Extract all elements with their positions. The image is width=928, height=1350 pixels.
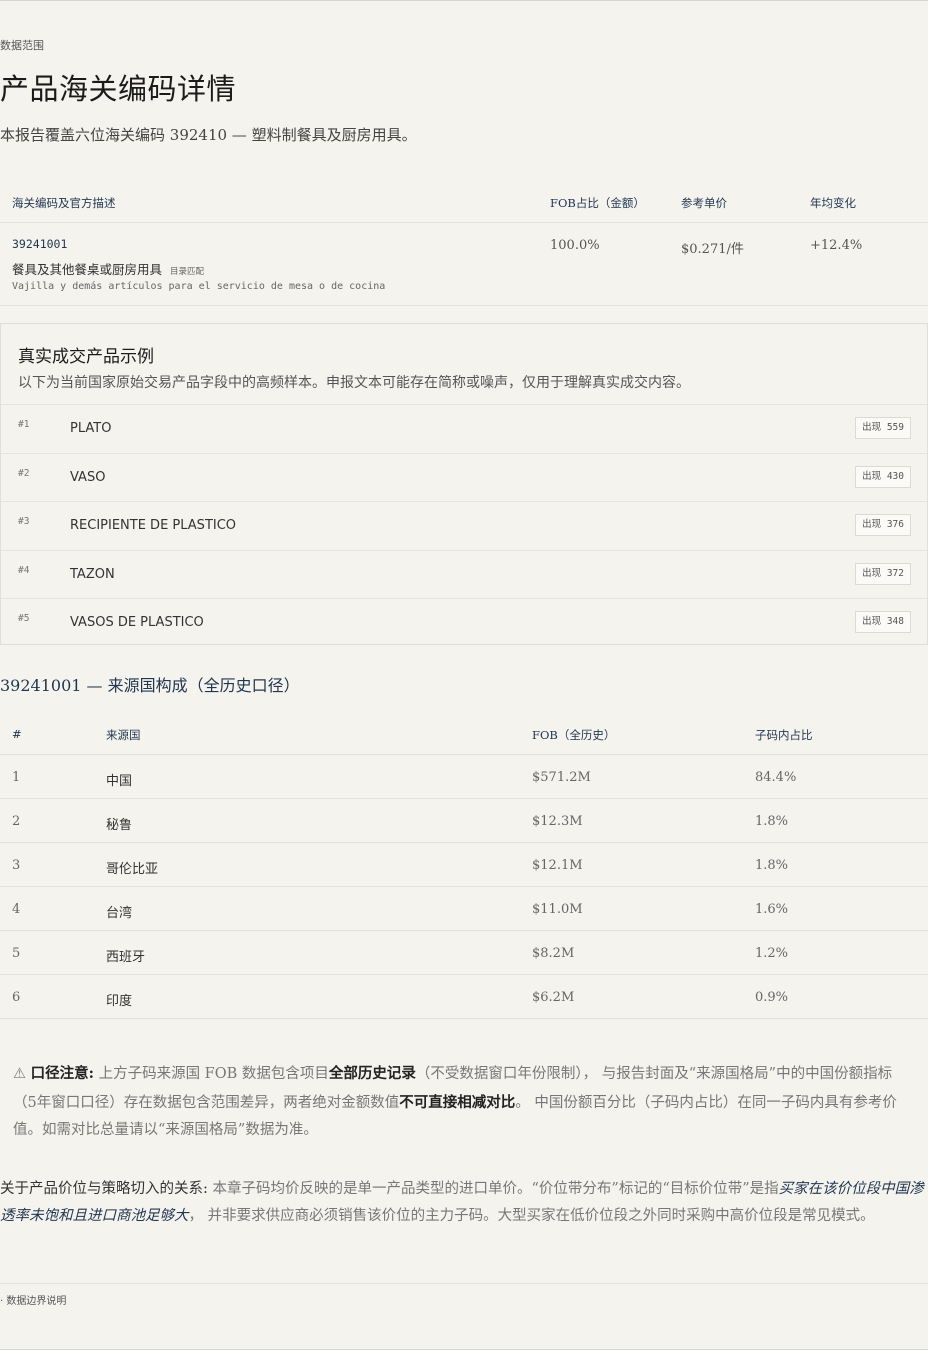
list-item: #1 PLATO 出现 559 [1, 404, 927, 453]
example-rank: #5 [18, 613, 30, 625]
origin-table: # 来源国 FOB（全历史） 子码内占比 1 中国 $571.2M 84.4% … [0, 714, 928, 1019]
row-share: 0.9% [755, 990, 789, 1005]
row-fob: $6.2M [532, 990, 575, 1005]
origin-table-header: # 来源国 FOB（全历史） 子码内占比 [0, 714, 928, 755]
table-row: 2 秘鲁 $12.3M 1.8% [0, 799, 928, 843]
catalog-match-badge: 目录匹配 [170, 267, 205, 277]
table-row: 4 台湾 $11.0M 1.6% [0, 887, 928, 931]
note-emphasis: 全部历史记录 [328, 1065, 416, 1082]
table-row: 3 哥伦比亚 $12.1M 1.8% [0, 843, 928, 887]
row-share: 1.2% [755, 946, 789, 961]
card-title: 真实成交产品示例 [18, 347, 154, 367]
example-name: VASOS DE PLASTICO [70, 615, 204, 631]
row-index: 6 [12, 990, 21, 1005]
strategy-text: 本章子码均价反映的是单一产品类型的进口单价。“价位带分布”标记的“目标价位带”是… [207, 1181, 779, 1197]
row-share: 84.4% [755, 770, 797, 785]
example-name: RECIPIENTE DE PLASTICO [70, 518, 237, 534]
row-index: 2 [12, 814, 21, 829]
row-share: 1.8% [755, 858, 789, 873]
col-header-fob: FOB（全历史） [532, 728, 616, 742]
row-country: 印度 [106, 994, 133, 1009]
row-fob: $11.0M [532, 902, 583, 917]
strategy-text: ， 并非要求供应商必须销售该价位的主力子码。大型买家在低价位段之外同时采购中高价… [188, 1208, 875, 1224]
row-country: 中国 [106, 774, 133, 789]
col-header-growth: 年均变化 [810, 196, 856, 210]
col-header-price: 参考单价 [681, 196, 727, 210]
row-fob: $8.2M [532, 946, 575, 961]
strategy-paragraph: 关于产品价位与策略切入的关系: 本章子码均价反映的是单一产品类型的进口单价。“价… [0, 1176, 928, 1230]
occurrence-badge: 出现 348 [855, 611, 911, 634]
col-header-index: # [12, 727, 22, 741]
product-examples-card: 真实成交产品示例 以下为当前国家原始交易产品字段中的高频样本。申报文本可能存在简… [0, 323, 928, 645]
list-item: #4 TAZON 出现 372 [1, 549, 927, 599]
list-item: #3 RECIPIENTE DE PLASTICO 出现 376 [1, 501, 927, 550]
row-index: 1 [12, 770, 21, 785]
row-fob: $12.3M [532, 814, 583, 829]
hs-code: 39241001 [12, 237, 68, 251]
occurrence-badge: 出现 372 [855, 562, 911, 585]
hs-table-header: 海关编码及官方描述 FOB占比（金额） 参考单价 年均变化 [0, 184, 928, 223]
row-share: 1.6% [755, 902, 789, 917]
strategy-label: 关于产品价位与策略切入的关系: [0, 1181, 208, 1197]
occurrence-badge: 出现 559 [855, 417, 911, 439]
row-fob: $12.1M [532, 858, 583, 873]
annual-growth: +12.4% [810, 238, 863, 253]
row-share: 1.8% [755, 814, 789, 829]
list-item: #2 VASO 出现 430 [1, 452, 927, 502]
top-divider [0, 0, 928, 1]
row-index: 3 [12, 858, 21, 873]
example-name: PLATO [70, 421, 112, 436]
hs-description-text: 餐具及其他餐桌或厨房用具 [12, 262, 163, 277]
col-header-country: 来源国 [106, 728, 141, 742]
table-row: 6 印度 $6.2M 0.9% [0, 975, 928, 1019]
hs-description-es: Vajilla y demás artículos para el servic… [12, 281, 386, 292]
col-header-share: 子码内占比 [755, 728, 813, 742]
table-row: 39241001 餐具及其他餐桌或厨房用具 目录匹配 Vajilla y demá… [0, 223, 928, 306]
row-country: 哥伦比亚 [106, 862, 159, 877]
table-row: 5 西班牙 $8.2M 1.2% [0, 931, 928, 975]
hs-description: 餐具及其他餐桌或厨房用具 目录匹配 [12, 259, 204, 278]
occurrence-badge: 出现 376 [855, 514, 911, 537]
example-rank: #2 [18, 467, 30, 479]
col-header-share: FOB占比（金额） [550, 196, 645, 210]
example-rank: #4 [18, 564, 30, 576]
example-name: VASO [70, 469, 106, 485]
row-country: 西班牙 [106, 950, 146, 965]
examples-list: #1 PLATO 出现 559 #2 VASO 出现 430 #3 RECIPI… [1, 404, 927, 647]
warning-icon: ⚠ [13, 1066, 26, 1082]
section-eyebrow: 数据范围 [0, 39, 44, 52]
page-title: 产品海关编码详情 [0, 72, 237, 106]
row-index: 5 [12, 946, 21, 961]
scope-caveat-note: ⚠ 口径注意: 上方子码来源国 FOB 数据包含项目全部历史记录（不受数据窗口年… [0, 1046, 920, 1155]
example-rank: #3 [18, 516, 30, 528]
unit-price: $0.271/件 [681, 242, 744, 257]
hs-code-table: 海关编码及官方描述 FOB占比（金额） 参考单价 年均变化 39241001 餐… [0, 184, 928, 306]
row-index: 4 [12, 902, 21, 917]
table-row: 1 中国 $571.2M 84.4% [0, 755, 928, 799]
fob-share: 100.0% [550, 238, 600, 253]
example-name: TAZON [70, 566, 115, 582]
card-subtitle: 以下为当前国家原始交易产品字段中的高频样本。申报文本可能存在简称或噪声，仅用于理… [18, 375, 690, 391]
example-rank: #1 [18, 419, 30, 430]
origin-section-title: 39241001 — 来源国构成（全历史口径） [0, 676, 300, 695]
list-item: #5 VASOS DE PLASTICO 出现 348 [1, 598, 927, 647]
note-emphasis: 不可直接相减对比 [399, 1093, 516, 1111]
row-fob: $571.2M [532, 770, 591, 785]
note-label: 口径注意: [30, 1065, 94, 1082]
row-country: 台湾 [106, 906, 133, 921]
data-boundary-link[interactable]: · 数据边界说明 [0, 1292, 66, 1307]
note-text: 上方子码来源国 FOB 数据包含项目 [98, 1066, 329, 1082]
footer-divider [0, 1283, 928, 1284]
page-lede: 本报告覆盖六位海关编码 392410 — 塑料制餐具及厨房用具。 [0, 126, 417, 144]
row-country: 秘鲁 [106, 818, 133, 833]
occurrence-badge: 出现 430 [855, 465, 911, 488]
col-header-code: 海关编码及官方描述 [12, 196, 116, 210]
